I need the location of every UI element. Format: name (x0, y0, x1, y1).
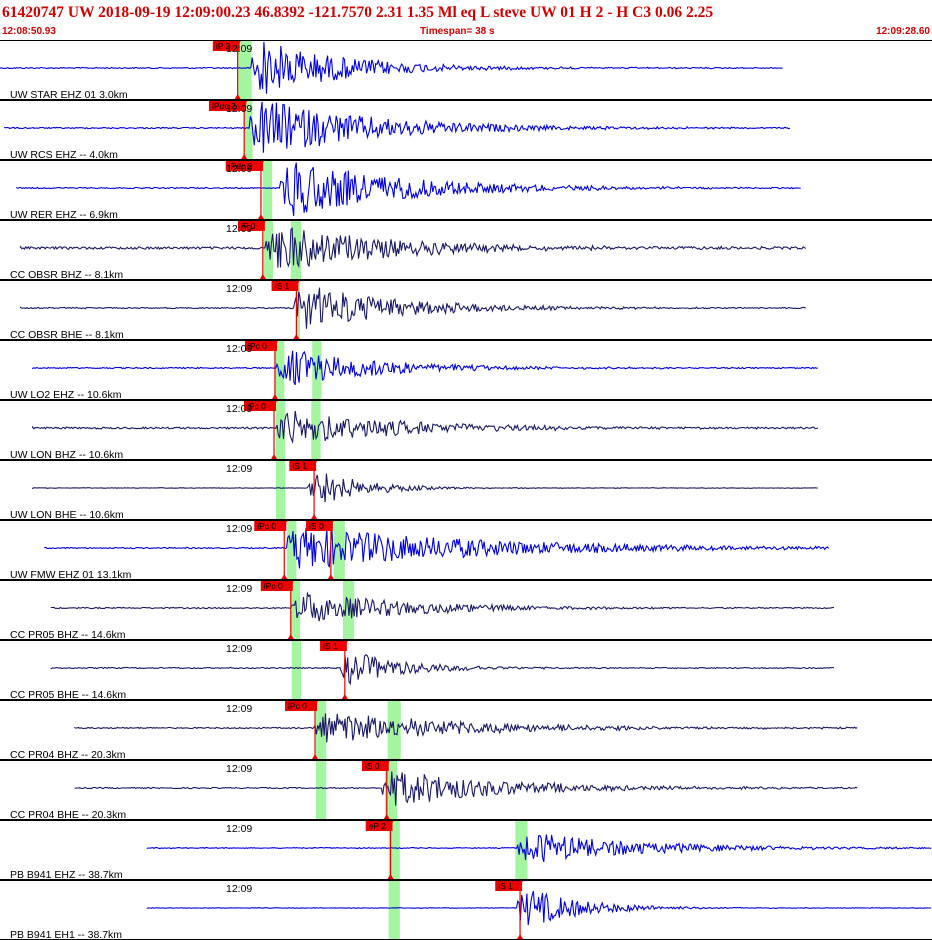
waveform-trace (146, 834, 932, 863)
trace-panel[interactable]: iPc 012:09CC PR05 BHZ -- 14.6km (0, 579, 932, 641)
trace-time-label: 12:09 (226, 223, 252, 235)
pick-marker-bottom (517, 934, 524, 939)
waveform-trace (50, 591, 834, 622)
waveform-trace (44, 527, 830, 569)
pick-marker-bottom (281, 574, 288, 579)
trace-panel[interactable]: iS 1 12:09 PB B941 EH1 -- 38.7km (0, 879, 932, 940)
trace-time-label: 12:09 (226, 463, 252, 475)
trace-panel[interactable]: iS 112:09CC PR05 BHE -- 14.6km (0, 639, 932, 701)
trace-panel[interactable]: iPdc 212:09UW RER EHZ -- 6.9km (0, 159, 932, 221)
pick-label: iS 1 (498, 881, 513, 891)
trace-time-label: 12:09 (226, 823, 252, 835)
waveform-trace (4, 101, 791, 153)
pick-window (388, 881, 400, 940)
timespan-label: Timespan= 38 s (420, 26, 495, 37)
waveform-trace (32, 410, 819, 444)
trace-time-label: 12:09 (226, 103, 252, 115)
trace-panel[interactable]: iP 012:09CC OBSR BHZ -- 8.1km (0, 219, 932, 281)
pick-label: iPc 0 (257, 521, 276, 531)
event-summary-title: 61420747 UW 2018-09-19 12:09:00.23 46.83… (2, 4, 714, 21)
pick-window (291, 641, 302, 700)
trace-time-label: 12:09 (226, 883, 252, 895)
trace-time-label: 12:09 (226, 343, 252, 355)
trace-time-label: 12:09 (226, 283, 252, 295)
waveform-trace (74, 771, 858, 806)
pick-marker-bottom (341, 694, 348, 699)
trace-time-label: 12:09 (226, 163, 252, 175)
waveform-trace (50, 654, 835, 686)
pick-label: iS 0 (365, 761, 380, 771)
trace-time-label: 12:09 (226, 523, 252, 535)
trace-time-label: 12:09 (226, 703, 252, 715)
trace-panel[interactable]: iPdc 212:09UW RCS EHZ -- 4.0km (0, 99, 932, 161)
trace-time-label: 12:09 (226, 43, 252, 55)
waveform-trace (32, 473, 818, 503)
pick-label: iPc 0 (288, 701, 307, 711)
waveform-trace (74, 713, 858, 743)
trace-time-label: 12:09 (226, 643, 252, 655)
trace-panel[interactable]: iS 112:09CC OBSR BHE -- 8.1km (0, 279, 932, 341)
trace-station-label: PB B941 EH1 -- 38.7km (10, 929, 122, 940)
pick-label: iS 1 (323, 641, 338, 651)
pick-label: iS 1 (275, 281, 290, 291)
trace-time-label: 12:09 (226, 403, 252, 415)
pick-label: iPc 0 (264, 581, 283, 591)
pick-label: iS 1 (292, 461, 307, 471)
waveform-trace (19, 226, 807, 268)
pick-marker-bottom (311, 514, 318, 519)
trace-time-label: 12:09 (226, 583, 252, 595)
trace-panel[interactable]: eP 212:09PB B941 EHZ -- 38.7km (0, 819, 932, 881)
trace-panel[interactable]: iPc 0 iS 012:09UW FMW EHZ 01 13.1km (0, 519, 932, 581)
waveform-trace (146, 891, 932, 926)
pick-marker-bottom (327, 574, 334, 579)
pick-window (275, 461, 286, 520)
trace-panel[interactable]: iP 212:09UW STAR EHZ 01 3.0km (0, 40, 932, 101)
trace-panel[interactable]: iS 012:09CC PR04 BHE -- 20.3km (0, 759, 932, 821)
event-header: 61420747 UW 2018-09-19 12:09:00.23 46.83… (0, 0, 932, 40)
pick-label: eP 2 (369, 821, 387, 831)
waveform-trace (16, 162, 801, 216)
trace-panel[interactable]: iPc 012:09CC PR04 BHZ -- 20.3km (0, 699, 932, 761)
seismogram-stack[interactable]: iP 212:09UW STAR EHZ 01 3.0kmiPdc 212:09… (0, 40, 932, 940)
waveform-trace (0, 41, 783, 94)
pick-window (262, 161, 273, 220)
pick-window (263, 221, 274, 280)
end-time-label: 12:09:28.60 (876, 26, 930, 37)
pick-label: iS 0 (309, 521, 324, 531)
waveform-trace (19, 287, 806, 329)
start-time-label: 12:08:50.93 (2, 26, 56, 37)
trace-panel[interactable]: iPc 012:09UW LO2 EHZ -- 10.6km (0, 339, 932, 401)
trace-panel[interactable]: iS 112:09UW LON BHE -- 10.6km (0, 459, 932, 521)
trace-time-label: 12:09 (226, 763, 252, 775)
waveform-trace (32, 350, 818, 386)
trace-panel[interactable]: iPc 012:09UW LON BHZ -- 10.6km (0, 399, 932, 461)
pick-window (315, 761, 327, 820)
